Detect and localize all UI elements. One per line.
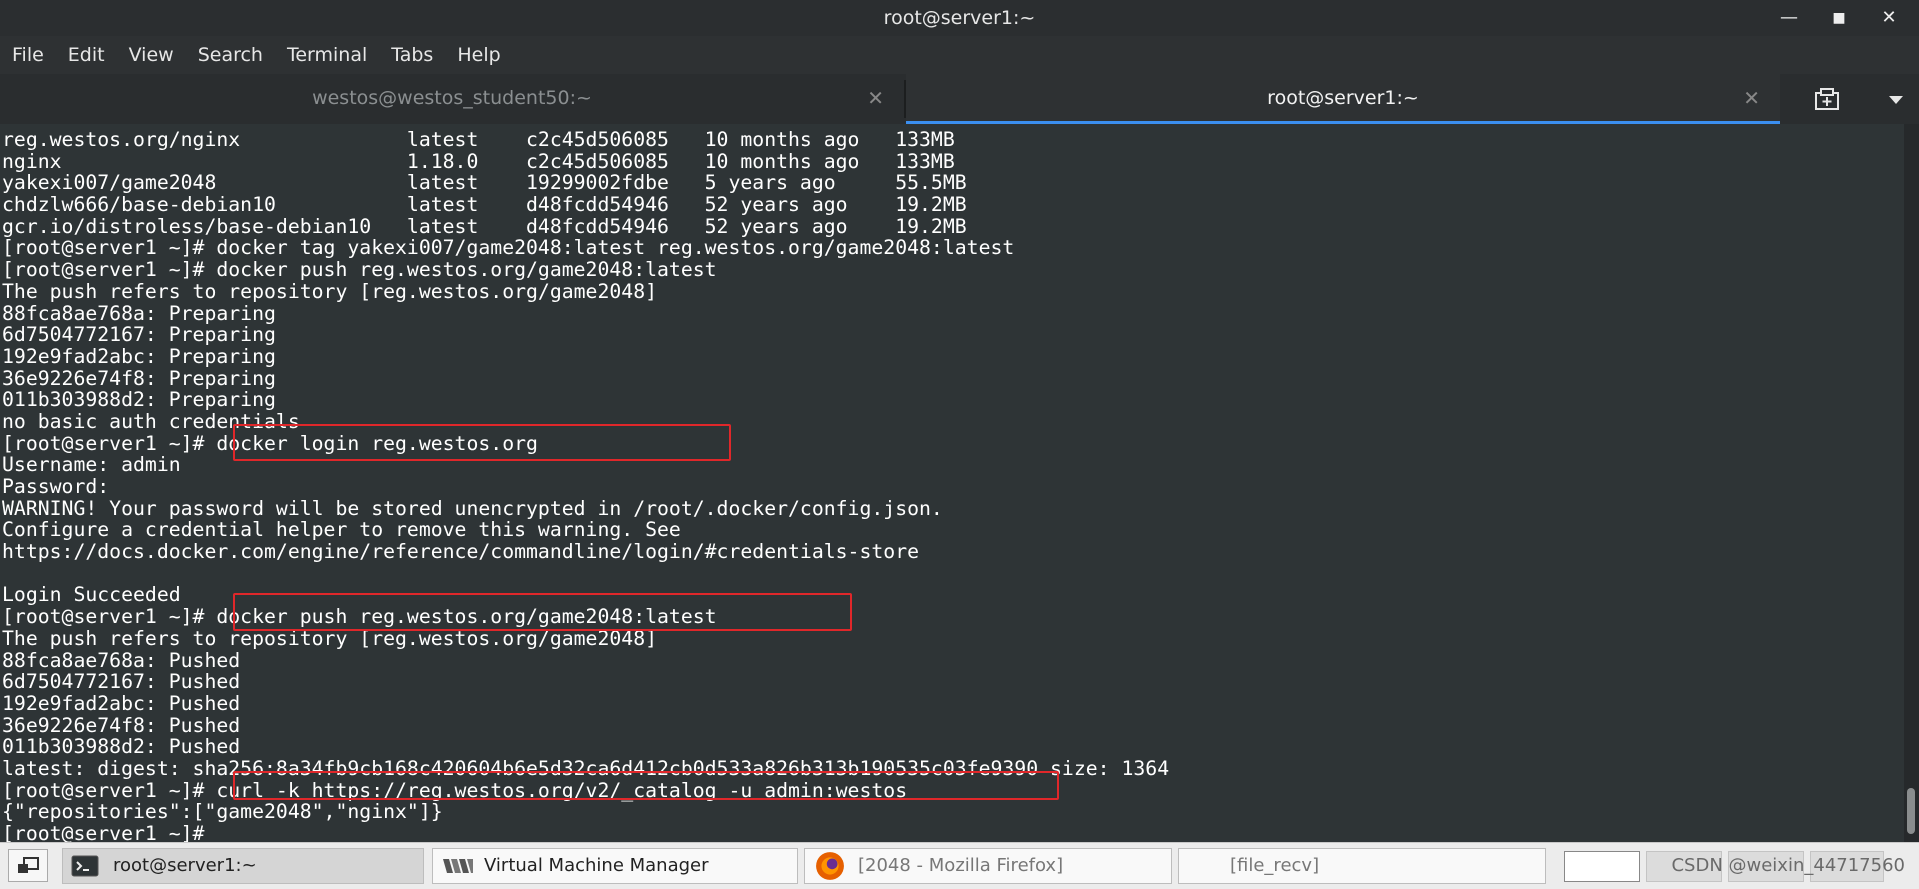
highlight-docker-push [233, 593, 852, 631]
terminal-line: [root@server1 ~]# [2, 822, 205, 842]
terminal-line: 88fca8ae768a: Preparing [2, 301, 276, 325]
chevron-down-icon [1888, 95, 1903, 104]
tab-root-server1[interactable]: root@server1:~ ✕ [906, 74, 1780, 124]
taskbar-item-label: Virtual Machine Manager [484, 855, 709, 876]
tabs-menu-button[interactable] [1872, 74, 1919, 124]
terminal-line: 6d7504772167: Pushed [2, 670, 241, 694]
terminal-line: [root@server1 ~]# docker push reg.westos… [2, 258, 717, 282]
menu-edit[interactable]: Edit [56, 36, 117, 74]
close-button[interactable]: ✕ [1874, 4, 1904, 32]
taskbar-item-label: [file_recv] [1230, 855, 1320, 876]
watermark: CSDN @weixin_44717560 [1671, 855, 1905, 876]
terminal-line: Configure a credential helper to remove … [2, 518, 681, 542]
terminal-line: nginx 1.18.0 c2c45d506085 10 months ago … [2, 149, 955, 173]
terminal-line: 192e9fad2abc: Preparing [2, 344, 276, 368]
new-tab-icon [1815, 88, 1839, 110]
tab-bar: westos@westos_student50:~ ✕ root@server1… [0, 74, 1919, 124]
terminal-line: gcr.io/distroless/base-debian10 latest d… [2, 214, 967, 238]
taskbar-item-file-recv[interactable]: [file_recv] [1178, 848, 1546, 884]
terminal-line: 192e9fad2abc: Pushed [2, 691, 241, 715]
minimize-button[interactable]: — [1774, 4, 1804, 32]
maximize-button[interactable]: ■ [1824, 4, 1854, 32]
firefox-icon [816, 852, 844, 880]
terminal-scrollbar[interactable] [1904, 124, 1919, 842]
menu-file[interactable]: File [0, 36, 56, 74]
menu-terminal[interactable]: Terminal [275, 36, 379, 74]
taskbar-item-label: root@server1:~ [113, 855, 257, 876]
tab-close-icon[interactable]: ✕ [1743, 86, 1760, 110]
taskbar-item-label: [2048 - Mozilla Firefox] [858, 855, 1064, 876]
terminal-line: reg.westos.org/nginx latest c2c45d506085… [2, 128, 955, 151]
tab-label: westos@westos_student50:~ [312, 87, 592, 109]
menu-help[interactable]: Help [445, 36, 512, 74]
tab-westos-student[interactable]: westos@westos_student50:~ ✕ [0, 74, 904, 124]
menu-view[interactable]: View [117, 36, 186, 74]
vmm-icon [443, 859, 473, 873]
taskbar-item-firefox[interactable]: [2048 - Mozilla Firefox] [804, 848, 1172, 884]
taskbar: root@server1:~ Virtual Machine Manager [… [0, 842, 1919, 889]
highlight-docker-login [233, 424, 731, 461]
terminal-line: 36e9226e74f8: Preparing [2, 366, 276, 390]
new-tab-button[interactable] [1782, 74, 1872, 124]
menu-tabs[interactable]: Tabs [379, 36, 445, 74]
window-titlebar: root@server1:~ — ■ ✕ [0, 0, 1919, 36]
highlight-curl-catalog [233, 771, 1059, 800]
terminal-line: chdzlw666/base-debian10 latest d48fcdd54… [2, 193, 967, 217]
terminal-icon [71, 855, 99, 877]
workspace-1[interactable] [1564, 851, 1640, 882]
scrollbar-thumb[interactable] [1907, 788, 1915, 834]
tab-label: root@server1:~ [1267, 87, 1419, 109]
tab-close-icon[interactable]: ✕ [867, 86, 884, 110]
terminal-output[interactable]: reg.westos.org/nginx latest c2c45d506085… [0, 124, 1904, 842]
menu-bar: File Edit View Search Terminal Tabs Help [0, 36, 1919, 74]
terminal-line: WARNING! Your password will be stored un… [2, 496, 943, 520]
terminal-line: {"repositories":["game2048","nginx"]} [2, 800, 443, 824]
terminal-line: 6d7504772167: Preparing [2, 323, 276, 347]
terminal-line: 36e9226e74f8: Pushed [2, 713, 241, 737]
terminal-line: 011b303988d2: Pushed [2, 735, 241, 759]
terminal-line: 88fca8ae768a: Pushed [2, 648, 241, 672]
terminal-line: [root@server1 ~]# docker tag yakexi007/g… [2, 236, 1015, 260]
terminal-line: yakexi007/game2048 latest 19299002fdbe 5… [2, 171, 967, 195]
show-desktop-icon [18, 857, 39, 873]
window-title: root@server1:~ [883, 7, 1036, 29]
menu-search[interactable]: Search [186, 36, 275, 74]
terminal-line: https://docs.docker.com/engine/reference… [2, 540, 920, 564]
show-desktop-button[interactable] [8, 849, 48, 882]
taskbar-item-terminal[interactable]: root@server1:~ [62, 848, 424, 884]
terminal-line: Password: [2, 475, 110, 498]
terminal-line: The push refers to repository [reg.westo… [2, 279, 658, 303]
taskbar-item-vmm[interactable]: Virtual Machine Manager [432, 848, 798, 884]
terminal-line: 011b303988d2: Preparing [2, 388, 276, 412]
terminal-line: The push refers to repository [reg.westo… [2, 626, 658, 650]
